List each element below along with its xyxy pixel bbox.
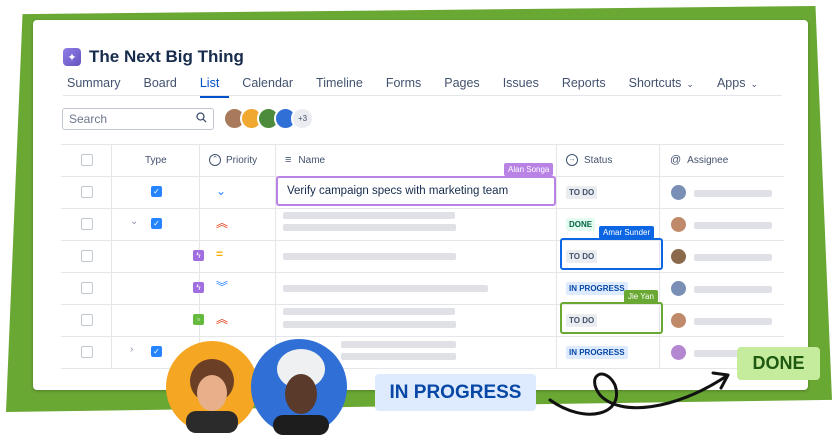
row-divider bbox=[61, 240, 784, 241]
name-placeholder bbox=[341, 341, 456, 348]
in-progress-callout: IN PROGRESS bbox=[375, 374, 536, 411]
assignee-placeholder bbox=[694, 286, 772, 293]
assignee-avatar[interactable] bbox=[671, 249, 686, 264]
tab-divider bbox=[63, 95, 782, 96]
col-header-type[interactable]: Type bbox=[145, 144, 167, 176]
status-lozenge[interactable]: TO DO bbox=[566, 250, 598, 263]
col-header-priority[interactable]: ⌃ Priority bbox=[209, 144, 257, 176]
col-header-priority-label: Priority bbox=[226, 154, 258, 166]
more-avatars-badge[interactable]: +3 bbox=[291, 107, 314, 130]
story-type-icon: ▫ bbox=[193, 314, 204, 325]
col-header-assignee-label: Assignee bbox=[687, 154, 729, 166]
col-divider bbox=[111, 144, 112, 368]
search-input[interactable]: Search bbox=[62, 108, 214, 130]
issue-name: Verify campaign specs with marketing tea… bbox=[287, 185, 509, 197]
assignee-placeholder bbox=[694, 318, 772, 325]
arrow-circle-icon: → bbox=[566, 154, 578, 166]
row-checkbox[interactable] bbox=[81, 186, 93, 198]
task-type-icon: ✓ bbox=[151, 218, 162, 229]
status-lozenge[interactable]: IN PROGRESS bbox=[566, 282, 628, 295]
collaborator-tag-jie: Jie Yan bbox=[624, 290, 658, 303]
person-photo-blue bbox=[251, 339, 347, 435]
col-header-name[interactable]: ≡ Name bbox=[285, 144, 325, 176]
row-checkbox[interactable] bbox=[81, 314, 93, 326]
name-placeholder bbox=[283, 285, 488, 292]
at-icon: @ bbox=[670, 154, 682, 166]
col-header-status[interactable]: → Status bbox=[566, 144, 612, 176]
app-window: ✦ The Next Big Thing Summary Board List … bbox=[33, 20, 808, 390]
priority-high-icon: ︽ bbox=[216, 312, 229, 326]
status-lozenge[interactable]: DONE bbox=[566, 218, 596, 231]
avatar-group[interactable]: +3 bbox=[223, 107, 314, 130]
search-placeholder: Search bbox=[69, 112, 108, 126]
done-callout: DONE bbox=[737, 347, 820, 380]
col-header-name-label: Name bbox=[298, 154, 326, 166]
name-placeholder bbox=[283, 253, 456, 260]
assignee-placeholder bbox=[694, 190, 772, 197]
chevron-right-icon[interactable]: › bbox=[130, 344, 133, 355]
project-title: The Next Big Thing bbox=[89, 47, 244, 66]
row-divider bbox=[61, 208, 784, 209]
search-icon bbox=[196, 112, 207, 126]
task-type-icon: ✓ bbox=[151, 346, 162, 357]
assignee-placeholder bbox=[694, 222, 772, 229]
col-header-status-label: Status bbox=[584, 154, 613, 166]
assignee-avatar[interactable] bbox=[671, 185, 686, 200]
assignee-avatar[interactable] bbox=[671, 313, 686, 328]
priority-low-icon: ⌄ bbox=[216, 184, 227, 198]
chevron-down-icon: ⌄ bbox=[686, 79, 694, 89]
assignee-avatar[interactable] bbox=[671, 217, 686, 232]
name-placeholder bbox=[283, 321, 456, 328]
priority-lowest-icon: ︾ bbox=[216, 280, 229, 294]
select-all-checkbox[interactable] bbox=[81, 154, 93, 166]
lines-icon: ≡ bbox=[285, 154, 292, 166]
assignee-avatar[interactable] bbox=[671, 281, 686, 296]
col-header-assignee[interactable]: @ Assignee bbox=[670, 144, 728, 176]
rocket-icon: ✦ bbox=[63, 48, 81, 66]
row-divider bbox=[61, 272, 784, 273]
priority-circle-icon: ⌃ bbox=[209, 154, 221, 166]
collaborator-tag-alan: Alan Songa bbox=[504, 163, 554, 176]
priority-high-icon: ︽ bbox=[216, 216, 229, 230]
name-cell-editing[interactable]: Verify campaign specs with marketing tea… bbox=[276, 176, 556, 206]
person-photo-orange bbox=[166, 341, 258, 433]
task-type-icon: ✓ bbox=[151, 186, 162, 197]
priority-medium-icon: = bbox=[216, 247, 224, 261]
row-checkbox[interactable] bbox=[81, 282, 93, 294]
row-checkbox[interactable] bbox=[81, 250, 93, 262]
row-divider bbox=[61, 304, 784, 305]
chevron-down-icon: ⌄ bbox=[750, 79, 759, 89]
collaborator-tag-amar: Amar Sunder bbox=[599, 226, 655, 239]
assignee-placeholder bbox=[694, 254, 772, 261]
status-lozenge[interactable]: TO DO bbox=[566, 314, 598, 327]
row-checkbox[interactable] bbox=[81, 218, 93, 230]
chevron-down-icon[interactable]: ⌄ bbox=[130, 216, 138, 227]
curved-arrow-icon bbox=[548, 371, 730, 416]
name-placeholder bbox=[341, 353, 456, 360]
row-divider bbox=[61, 336, 784, 337]
subtask-type-icon: ϟ bbox=[193, 250, 204, 261]
name-placeholder bbox=[283, 212, 455, 219]
row-checkbox[interactable] bbox=[81, 346, 93, 358]
name-placeholder bbox=[283, 224, 456, 231]
name-placeholder bbox=[283, 308, 455, 315]
subtask-type-icon: ϟ bbox=[193, 282, 204, 293]
project-header: ✦ The Next Big Thing bbox=[63, 47, 244, 67]
status-lozenge[interactable]: TO DO bbox=[566, 186, 598, 199]
col-divider bbox=[556, 144, 557, 368]
